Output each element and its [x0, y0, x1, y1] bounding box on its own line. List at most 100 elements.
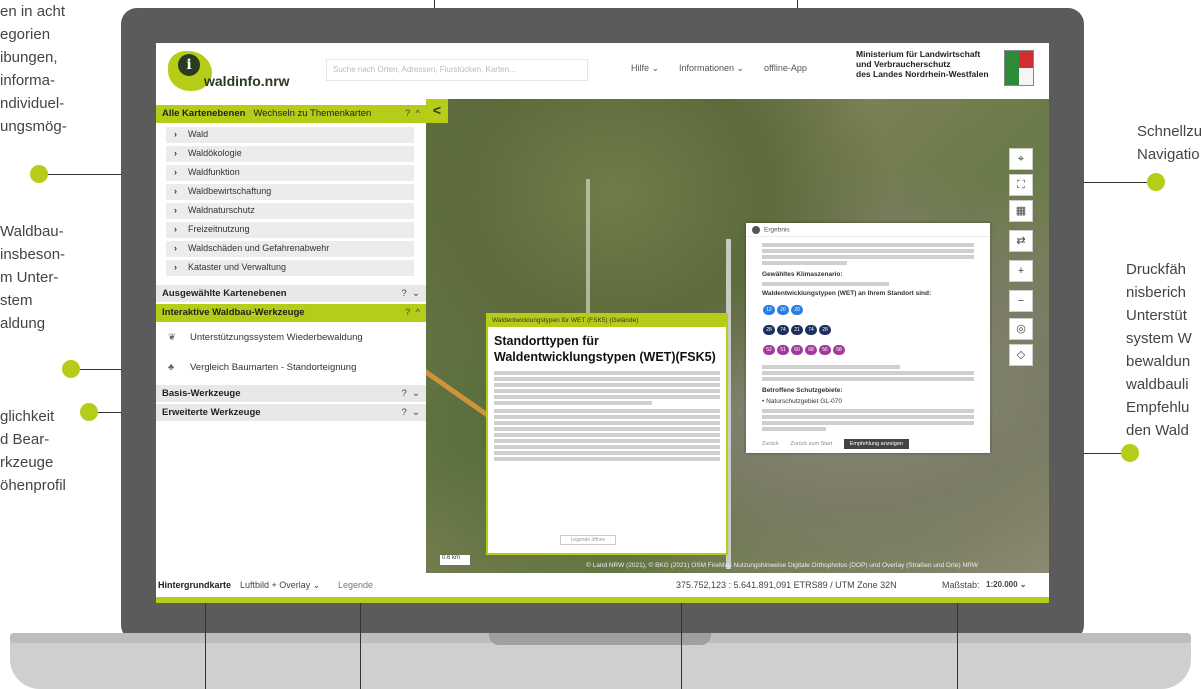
wet-pill[interactable]: 58	[833, 344, 845, 355]
chevron-right-icon: ›	[174, 243, 177, 253]
all-layers-header[interactable]: Alle Kartenebenen Wechseln zu Themenkart…	[156, 105, 426, 123]
close-icon[interactable]	[752, 226, 760, 234]
wet-pill[interactable]: 56	[819, 344, 831, 355]
wet-pill[interactable]: 52	[763, 344, 775, 355]
help-icon[interactable]: ? ^	[405, 108, 420, 119]
protected-areas-heading: Betroffene Schutzgebiete:	[762, 387, 843, 394]
layer-group-waldnaturschutz[interactable]: › Waldnaturschutz	[166, 203, 414, 219]
annotation-top-left: en in acht egorien ibungen, informa- ndi…	[0, 0, 67, 138]
scale-select[interactable]: 1:20.000 ⌄	[986, 580, 1027, 589]
annotation-mid-right: Druckfäh nisberich Unterstüt system W be…	[1126, 258, 1192, 442]
protected-area-item: • Naturschutzgebiet GL-070	[762, 398, 842, 405]
chevron-right-icon: ›	[174, 205, 177, 215]
layer-group-waldfunktion[interactable]: › Waldfunktion	[166, 165, 414, 181]
logo-text[interactable]: waldinfo.nrw	[204, 73, 290, 89]
annotation-line: insbeson-	[0, 246, 66, 263]
fullscreen-icon[interactable]: ⛶	[1009, 174, 1033, 196]
layer-group-waldschaeden[interactable]: › Waldschäden und Gefahrenabwehr	[166, 241, 414, 257]
laptop-screen: i waldinfo.nrw Suche nach Orten, Adresse…	[156, 43, 1049, 603]
interactive-tools-header[interactable]: Interaktive Waldbau-Werkzeuge ? ^	[156, 304, 426, 322]
layer-group-freizeitnutzung[interactable]: › Freizeitnutzung	[166, 222, 414, 238]
wet-pill[interactable]: 21	[791, 324, 803, 335]
measure-icon[interactable]: ◇	[1009, 344, 1033, 366]
annotation-line: Navigatio	[1137, 146, 1200, 163]
wet-heading: Waldentwicklungstypen (WET) an Ihrem Sta…	[762, 290, 932, 297]
wet-pill[interactable]: 68	[805, 344, 817, 355]
switch-theme-maps-link[interactable]: Wechseln zu Themenkarten	[253, 108, 371, 119]
chevron-down-icon[interactable]: ⌄	[412, 407, 420, 418]
back-to-start-button[interactable]: Zurück zum Start	[790, 441, 832, 447]
chevron-down-icon[interactable]: ⌄	[412, 288, 420, 299]
help-icon[interactable]: ? ^	[405, 307, 420, 318]
text-placeholder	[494, 371, 720, 405]
tool-label: Unterstützungssystem Wiederbewaldung	[190, 332, 363, 343]
tool-reforestation[interactable]: ❦ Unterstützungssystem Wiederbewaldung	[168, 332, 363, 343]
wet-pill[interactable]: 60	[791, 344, 803, 355]
layer-group-label: Freizeitnutzung	[188, 224, 250, 234]
layer-group-waldbewirtschaftung[interactable]: › Waldbewirtschaftung	[166, 184, 414, 200]
coordinates-readout: 375.752,123 : 5.641.891,091 ETRS89 / UTM…	[676, 580, 897, 590]
laptop-notch	[489, 633, 711, 645]
wet-pill[interactable]: 12	[763, 304, 775, 315]
chevron-down-icon[interactable]: ⌄	[412, 388, 420, 399]
wet-pill[interactable]: 51	[777, 344, 789, 355]
accent-strip	[156, 597, 1049, 603]
text-placeholder	[762, 243, 974, 265]
collapse-icon[interactable]: ^	[416, 307, 420, 318]
annotation-connector	[360, 590, 361, 689]
calendar-icon[interactable]: ▦	[1009, 200, 1033, 222]
wet-pill[interactable]: 28	[819, 324, 831, 335]
zoom-in-button[interactable]: +	[1009, 260, 1033, 282]
nav-offline-app[interactable]: offline-App	[764, 63, 807, 73]
help-icon[interactable]: ? ⌄	[401, 288, 420, 299]
tool-tree-comparison[interactable]: ♣ Vergleich Baumarten - Standorteignung	[168, 362, 356, 373]
wet-pill[interactable]: 20	[777, 304, 789, 315]
layer-group-kataster[interactable]: › Kataster und Verwaltung	[166, 260, 414, 276]
swap-icon[interactable]: ⇄	[1009, 230, 1033, 252]
legend-link[interactable]: Legende	[338, 580, 373, 590]
wet-pill-row: 52 51 60 68 56 58	[762, 341, 974, 359]
wet-pill[interactable]: 28	[763, 324, 775, 335]
result-dialog-title: Ergebnis	[764, 226, 790, 234]
chevron-right-icon: ›	[174, 186, 177, 196]
collapse-sidebar-button[interactable]: <	[426, 99, 448, 123]
help-icon-glyph: ?	[401, 288, 407, 299]
annotation-dot	[80, 403, 98, 421]
annotation-line: stem	[0, 292, 33, 309]
annotation-line: den Wald	[1126, 422, 1189, 439]
wet-pill[interactable]: 74	[805, 324, 817, 335]
annotation-line: aldung	[0, 315, 46, 332]
selected-layers-header[interactable]: Ausgewählte Kartenebenen ? ⌄	[156, 285, 426, 303]
annotation-dot	[62, 360, 80, 378]
nav-information[interactable]: Informationen ⌄	[679, 63, 744, 74]
open-legend-button[interactable]: Legende öffnen	[560, 535, 616, 545]
help-icon[interactable]: ? ⌄	[401, 388, 420, 399]
annotation-line: ndividuel-	[0, 95, 65, 112]
text-placeholder	[762, 365, 974, 381]
wet-pill[interactable]: 20	[791, 304, 803, 315]
nav-help[interactable]: Hilfe ⌄	[631, 63, 659, 74]
layer-group-waldoekologie[interactable]: › Waldökologie	[166, 146, 414, 162]
seedling-icon: ❦	[168, 332, 176, 343]
layer-group-wald[interactable]: › Wald	[166, 127, 414, 143]
annotation-line: Unterstüt	[1126, 307, 1187, 324]
extended-tools-header[interactable]: Erweiterte Werkzeuge ? ⌄	[156, 404, 426, 422]
background-map-select[interactable]: Luftbild + Overlay ⌄	[240, 580, 320, 591]
annotation-line: m Unter-	[0, 269, 59, 286]
ministry-line: und Verbraucherschutz	[856, 59, 951, 69]
basic-tools-header[interactable]: Basis-Werkzeuge ? ⌄	[156, 385, 426, 403]
search-input[interactable]: Suche nach Orten, Adressen, Flurstücken,…	[326, 59, 588, 81]
collapse-icon[interactable]: ^	[416, 108, 420, 119]
extended-tools-label: Erweiterte Werkzeuge	[162, 407, 261, 418]
annotation-dot	[1147, 173, 1165, 191]
annotation-low-left: glichkeit d Bear- rkzeuge öhenprofil	[0, 405, 66, 497]
locate-icon[interactable]: ◎	[1009, 318, 1033, 340]
show-recommendation-button[interactable]: Empfehlung anzeigen	[843, 439, 909, 449]
back-button[interactable]: Zurück	[762, 441, 779, 447]
zoom-out-button[interactable]: −	[1009, 290, 1033, 312]
wet-pill[interactable]: 74	[777, 324, 789, 335]
help-icon[interactable]: ? ⌄	[401, 407, 420, 418]
info-dialog-titlebar[interactable]: Waldentwicklungstypen für WET (FSK5) (Ge…	[488, 315, 726, 327]
interactive-tools-label: Interaktive Waldbau-Werkzeuge	[162, 307, 305, 318]
north-arrow-icon[interactable]: ⌖	[1009, 148, 1033, 170]
